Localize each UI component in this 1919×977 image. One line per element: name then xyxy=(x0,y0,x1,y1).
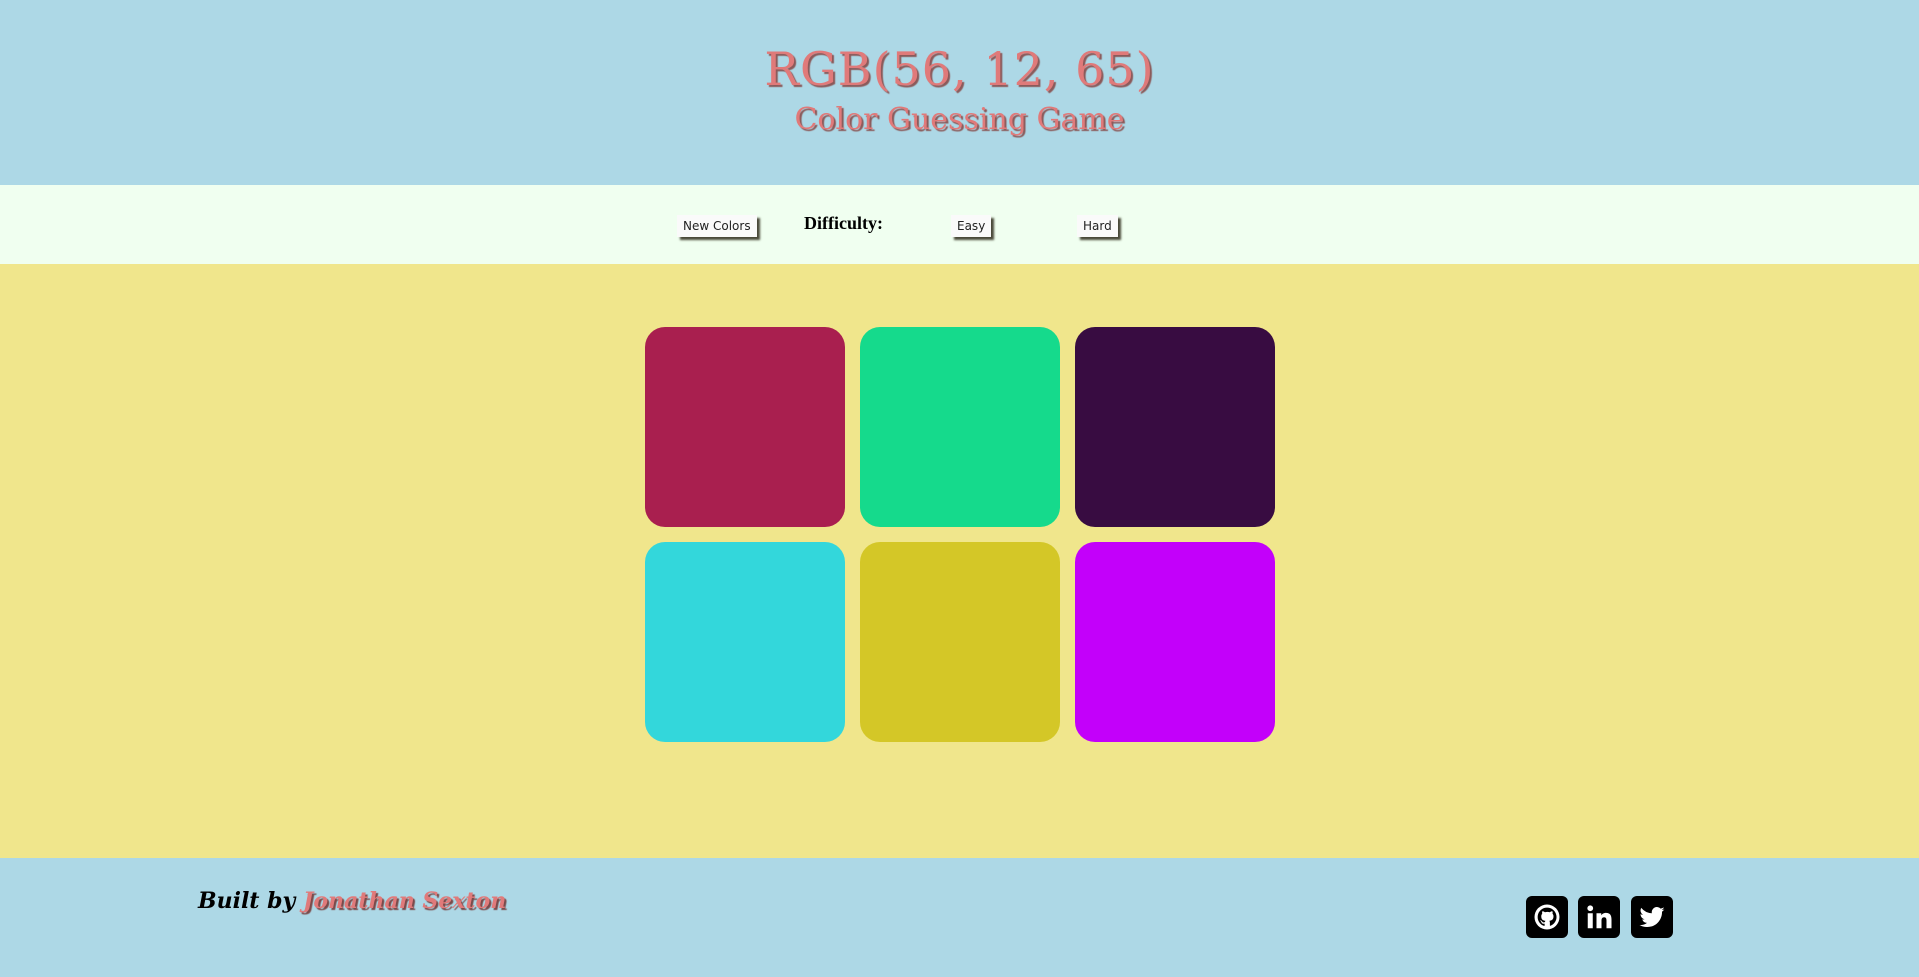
difficulty-label: Difficulty: xyxy=(804,213,883,233)
github-icon[interactable] xyxy=(1526,896,1568,938)
hard-button[interactable]: Hard xyxy=(1077,215,1118,237)
game-subtitle: Color Guessing Game xyxy=(794,102,1125,137)
game-board xyxy=(0,264,1919,858)
built-by-label: Built by xyxy=(198,888,296,914)
controls-bar: New Colors Difficulty: Easy Hard xyxy=(0,185,1919,264)
twitter-icon[interactable] xyxy=(1631,896,1673,938)
easy-button[interactable]: Easy xyxy=(951,215,992,237)
rgb-display: RGB(56, 12, 65) xyxy=(764,42,1155,96)
new-colors-button[interactable]: New Colors xyxy=(677,215,757,237)
color-square[interactable] xyxy=(1075,542,1275,742)
footer: Built by Jonathan Sexton xyxy=(0,858,1919,977)
color-square[interactable] xyxy=(645,542,845,742)
color-square[interactable] xyxy=(860,327,1060,527)
author-link[interactable]: Jonathan Sexton xyxy=(303,888,506,914)
color-square[interactable] xyxy=(860,542,1060,742)
built-by-credit: Built by Jonathan Sexton xyxy=(198,888,506,914)
header: RGB(56, 12, 65) Color Guessing Game xyxy=(0,0,1919,185)
color-square[interactable] xyxy=(645,327,845,527)
color-square[interactable] xyxy=(1075,327,1275,527)
linkedin-icon[interactable] xyxy=(1578,896,1620,938)
